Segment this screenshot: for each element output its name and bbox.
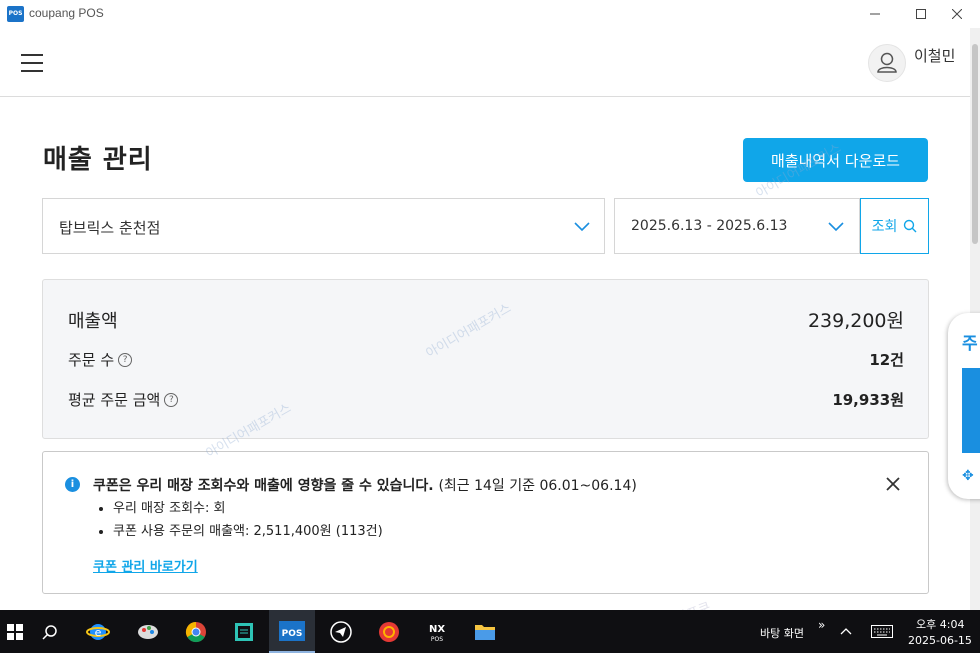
chevron-up-icon[interactable] — [840, 627, 852, 635]
sales-label: 매출액 — [68, 310, 118, 332]
orders-label-text: 주문 수 — [68, 351, 115, 369]
notice-close-button[interactable] — [886, 472, 900, 496]
app-icon — [379, 621, 399, 642]
avg-order-label: 평균 주문 금액 ? — [68, 389, 179, 410]
notice-title-text: 쿠폰은 우리 매장 조회수와 매출에 영향을 줄 수 있습니다. — [93, 478, 434, 494]
minimize-icon — [870, 13, 880, 15]
page-title: 매출 관리 — [43, 145, 153, 175]
avg-order-value: 19,933원 — [832, 391, 904, 409]
svg-text:POS: POS — [282, 629, 303, 639]
user-icon — [877, 52, 897, 73]
title-bar: POS coupang POS — [0, 0, 980, 28]
close-icon — [952, 9, 962, 19]
clock-time[interactable]: 오후 4:04 — [916, 616, 964, 632]
paint-icon — [138, 624, 158, 639]
taskbar-app[interactable] — [366, 610, 412, 653]
avatar[interactable] — [868, 44, 906, 82]
sales-value: 239,200원 — [807, 310, 904, 332]
keyboard-icon[interactable] — [871, 625, 893, 638]
coupon-management-link[interactable]: 쿠폰 관리 바로가기 — [93, 556, 198, 575]
taskbar-telegram[interactable] — [318, 610, 364, 653]
chevron-down-icon — [828, 222, 844, 232]
taskbar-paint[interactable] — [125, 610, 171, 653]
info-icon: i — [65, 477, 80, 492]
side-widget[interactable]: 주 ✥ — [948, 313, 980, 499]
avg-order-row: 평균 주문 금액 ? 19,933원 — [68, 389, 904, 410]
taskbar-nx-pos[interactable]: NX POS — [414, 610, 460, 653]
search-icon — [42, 624, 57, 640]
notice-bullets: 우리 매장 조회수: 회 쿠폰 사용 주문의 매출액: 2,511,400원 (… — [95, 500, 383, 546]
scrollbar-thumb[interactable] — [972, 44, 978, 244]
taskbar: e POS NX POS 바탕 화면 » 오후 4:04 2025-06-15 — [0, 610, 980, 653]
taskbar-search-button[interactable] — [27, 610, 73, 653]
notice-title: 쿠폰은 우리 매장 조회수와 매출에 영향을 줄 수 있습니다. (최근 14일… — [93, 475, 637, 495]
search-button[interactable]: 조회 — [860, 198, 929, 254]
taskbar-notepad[interactable] — [221, 610, 267, 653]
store-select[interactable]: 탑브릭스 춘천점 — [42, 198, 605, 254]
side-widget-label: 주 — [962, 334, 978, 354]
orders-label: 주문 수 ? — [68, 349, 133, 370]
help-icon[interactable]: ? — [118, 352, 133, 367]
avg-order-label-text: 평균 주문 금액 — [68, 391, 161, 409]
search-icon — [904, 219, 917, 233]
orders-row: 주문 수 ? 12건 — [68, 349, 904, 370]
sales-row: 매출액 239,200원 — [68, 306, 904, 333]
side-widget-panel — [962, 368, 980, 453]
search-button-label: 조회 — [871, 219, 898, 235]
chevron-right-icon[interactable]: » — [818, 618, 825, 632]
chrome-icon — [185, 621, 206, 642]
maximize-icon — [916, 9, 926, 19]
telegram-icon — [330, 620, 352, 643]
help-icon[interactable]: ? — [164, 392, 179, 407]
taskbar-coupang-pos[interactable]: POS — [269, 610, 315, 653]
move-icon[interactable]: ✥ — [962, 468, 974, 484]
minimize-button[interactable] — [852, 0, 898, 28]
folder-icon — [475, 624, 495, 640]
date-range-select[interactable]: 2025.6.13 - 2025.6.13 — [614, 198, 860, 254]
app-title: coupang POS — [29, 6, 104, 20]
list-item: 쿠폰 사용 주문의 매출액: 2,511,400원 (113건) — [113, 523, 383, 540]
close-window-button[interactable] — [934, 0, 980, 28]
chevron-down-icon — [574, 222, 590, 232]
user-name[interactable]: 이철민 — [914, 45, 955, 66]
notepad-icon — [235, 622, 253, 641]
coupon-notice: i 쿠폰은 우리 매장 조회수와 매출에 영향을 줄 수 있습니다. (최근 1… — [42, 451, 929, 594]
taskbar-explorer[interactable] — [462, 610, 508, 653]
clock-date[interactable]: 2025-06-15 — [908, 634, 972, 647]
nx-pos-icon: NX POS — [429, 624, 445, 643]
taskbar-chrome[interactable] — [173, 610, 219, 653]
app-logo: POS — [7, 6, 24, 22]
store-select-value: 탑브릭스 춘천점 — [59, 219, 161, 237]
ie-icon: e — [86, 623, 110, 640]
pos-icon: POS — [279, 620, 305, 641]
sales-summary-card: 매출액 239,200원 주문 수 ? 12건 평균 주문 금액 ? 19,93… — [42, 279, 929, 439]
notice-period: (최근 14일 기준 06.01~06.14) — [438, 478, 637, 494]
close-icon — [886, 477, 900, 491]
orders-value: 12건 — [869, 351, 904, 369]
download-statement-button[interactable]: 매출내역서 다운로드 — [743, 138, 928, 182]
menu-icon[interactable] — [21, 54, 43, 72]
svg-text:POS: POS — [431, 636, 443, 643]
svg-text:e: e — [95, 626, 102, 639]
app-header: 이철민 — [0, 28, 970, 97]
date-range-value: 2025.6.13 - 2025.6.13 — [631, 218, 788, 234]
list-item: 우리 매장 조회수: 회 — [113, 500, 383, 517]
desktop-label[interactable]: 바탕 화면 — [760, 625, 804, 641]
windows-icon — [7, 623, 23, 640]
taskbar-ie[interactable]: e — [75, 610, 121, 653]
svg-text:NX: NX — [429, 624, 445, 635]
